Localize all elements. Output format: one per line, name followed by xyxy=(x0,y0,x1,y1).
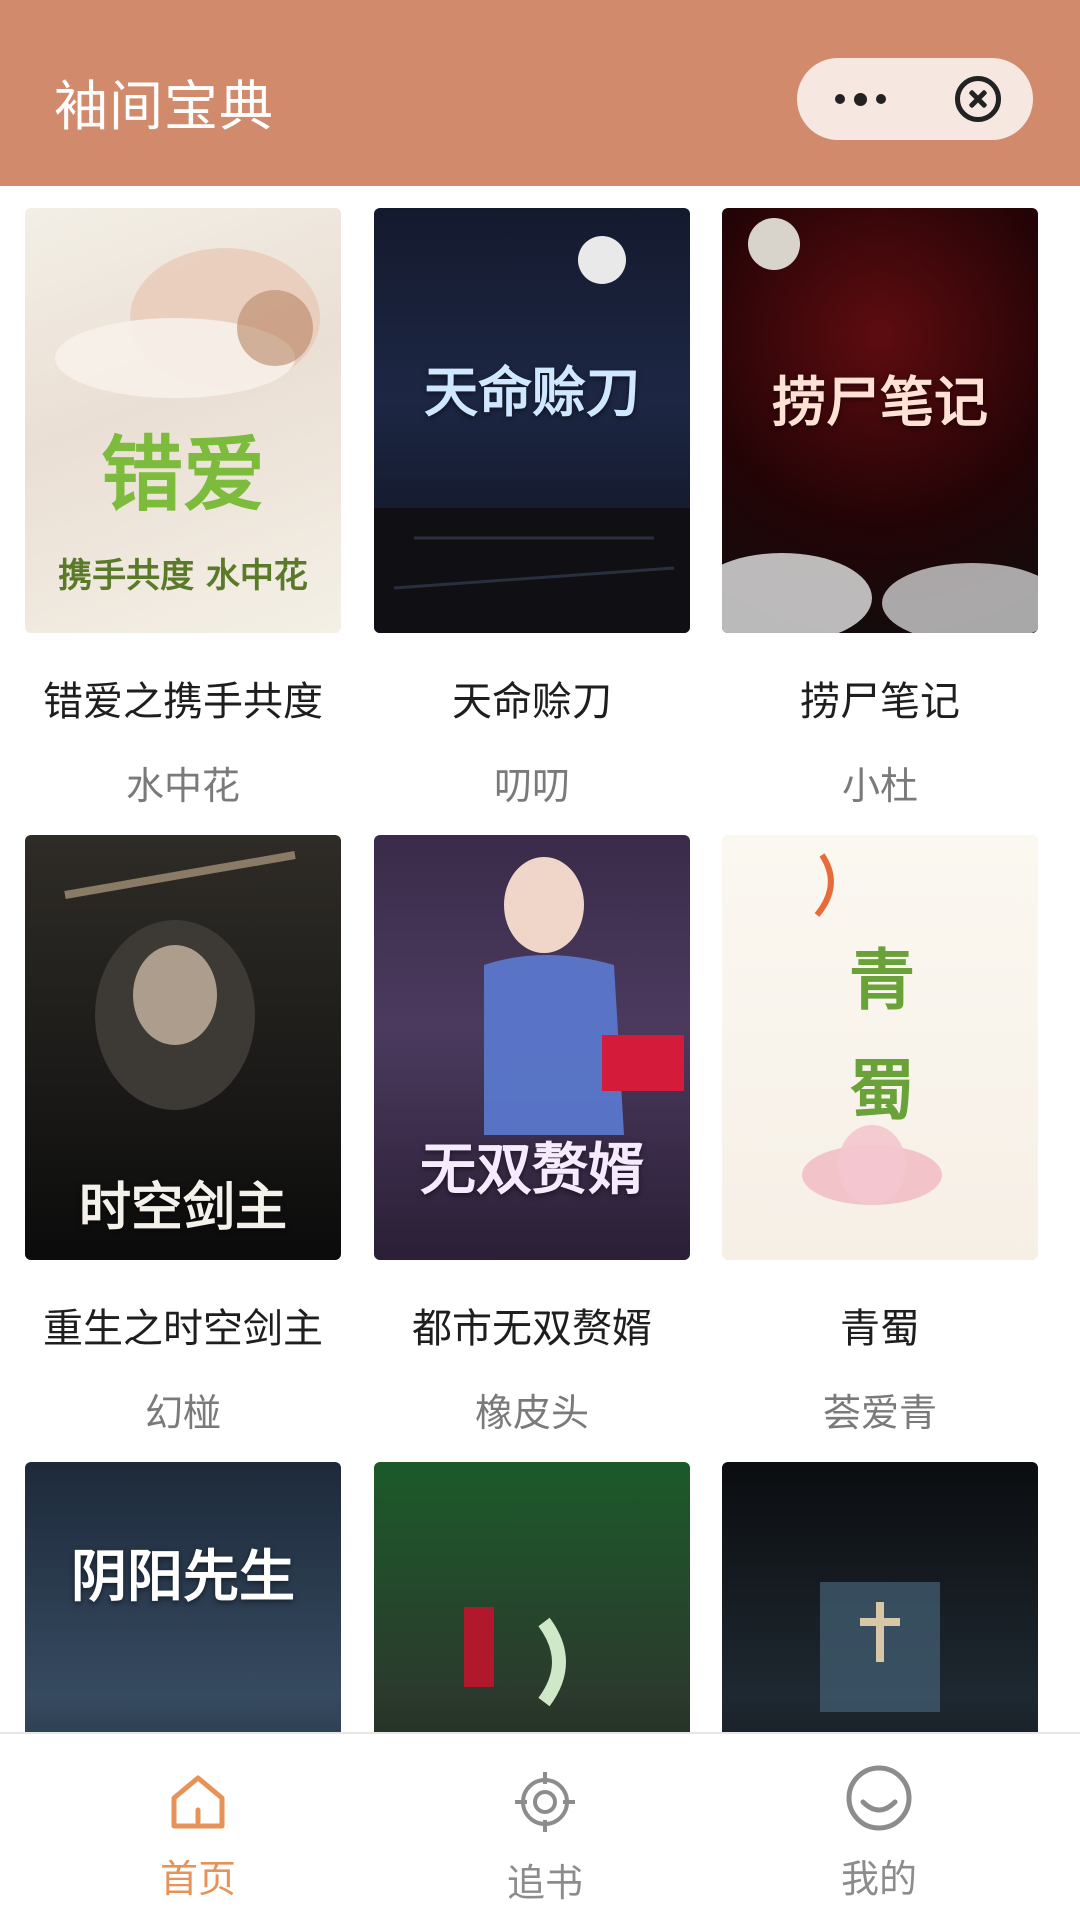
cover-subtitle: 携手共度 水中花 xyxy=(58,556,308,596)
book-author: 小杜 xyxy=(841,764,918,808)
cover-title: 青蜀 xyxy=(849,941,915,1129)
book-card[interactable]: 青蜀 青蜀 荟爱青 xyxy=(722,835,1038,1437)
book-title: 重生之时空剑主 xyxy=(43,1306,323,1352)
book-card[interactable] xyxy=(722,1462,1038,1732)
book-title: 错爱之携手共度 xyxy=(43,679,323,725)
book-title: 都市无双赘婿 xyxy=(412,1306,652,1352)
close-icon[interactable] xyxy=(955,76,1001,122)
book-title: 天命赊刀 xyxy=(452,679,612,725)
cover-title: 捞尸笔记 xyxy=(772,370,988,434)
app-title: 袖间宝典 xyxy=(54,75,274,138)
book-title: 捞尸笔记 xyxy=(800,679,960,725)
book-grid: 错爱 携手共度 水中花 错爱之携手共度 水中花 天命赊刀 天命赊刀 叨叨 捞尸笔… xyxy=(0,186,1080,1732)
book-card[interactable]: 天命赊刀 天命赊刀 叨叨 xyxy=(374,208,690,810)
book-cover[interactable]: 阴阳先生 xyxy=(25,1462,341,1732)
cover-illustration xyxy=(464,1607,566,1707)
cover-title: 阴阳先生 xyxy=(71,1544,295,1610)
book-card[interactable]: 阴阳先生 xyxy=(25,1462,341,1732)
book-cover[interactable]: 天命赊刀 xyxy=(374,208,690,633)
home-icon xyxy=(171,1775,225,1829)
book-cover[interactable]: 捞尸笔记 xyxy=(722,208,1038,633)
book-cover[interactable]: 时空剑主 xyxy=(25,835,341,1260)
target-icon xyxy=(515,1772,575,1832)
book-cover[interactable] xyxy=(374,1462,690,1732)
cover-title: 时空剑主 xyxy=(78,1177,287,1238)
smile-icon xyxy=(846,1765,912,1831)
book-card[interactable]: 无双赘婿 都市无双赘婿 橡皮头 xyxy=(374,835,690,1437)
cover-illustration xyxy=(820,1582,940,1712)
cover-title: 天命赊刀 xyxy=(424,360,640,424)
book-cover[interactable]: 青蜀 xyxy=(722,835,1038,1260)
book-cover[interactable] xyxy=(722,1462,1038,1732)
cover-title: 无双赘婿 xyxy=(420,1137,644,1203)
book-card[interactable]: 捞尸笔记 捞尸笔记 小杜 xyxy=(722,208,1038,810)
book-card[interactable] xyxy=(374,1462,690,1732)
cover-title: 错爱 xyxy=(100,427,265,523)
app-header: 袖间宝典 xyxy=(0,0,1080,186)
tab-home[interactable]: 首页 xyxy=(98,1734,298,1920)
book-card[interactable]: 错爱 携手共度 水中花 错爱之携手共度 水中花 xyxy=(25,208,341,810)
book-card[interactable]: 时空剑主 重生之时空剑主 幻椪 xyxy=(25,835,341,1437)
book-cover[interactable]: 无双赘婿 xyxy=(374,835,690,1260)
bottom-tab-bar: 首页 追书 我的 xyxy=(0,1732,1080,1920)
book-author: 橡皮头 xyxy=(474,1391,589,1435)
tab-label: 首页 xyxy=(159,1857,236,1901)
book-author: 幻椪 xyxy=(144,1391,221,1435)
tab-mine[interactable]: 我的 xyxy=(779,1734,979,1920)
miniprogram-capsule xyxy=(797,58,1033,140)
book-cover[interactable]: 错爱 携手共度 水中花 xyxy=(25,208,341,633)
book-author: 叨叨 xyxy=(493,764,570,808)
more-menu-icon[interactable] xyxy=(835,92,886,106)
book-title: 青蜀 xyxy=(840,1306,920,1352)
tab-label: 追书 xyxy=(506,1861,583,1905)
book-author: 荟爱青 xyxy=(822,1391,937,1435)
book-author: 水中花 xyxy=(125,764,240,808)
tab-label: 我的 xyxy=(840,1857,917,1901)
tab-follow[interactable]: 追书 xyxy=(445,1734,645,1920)
